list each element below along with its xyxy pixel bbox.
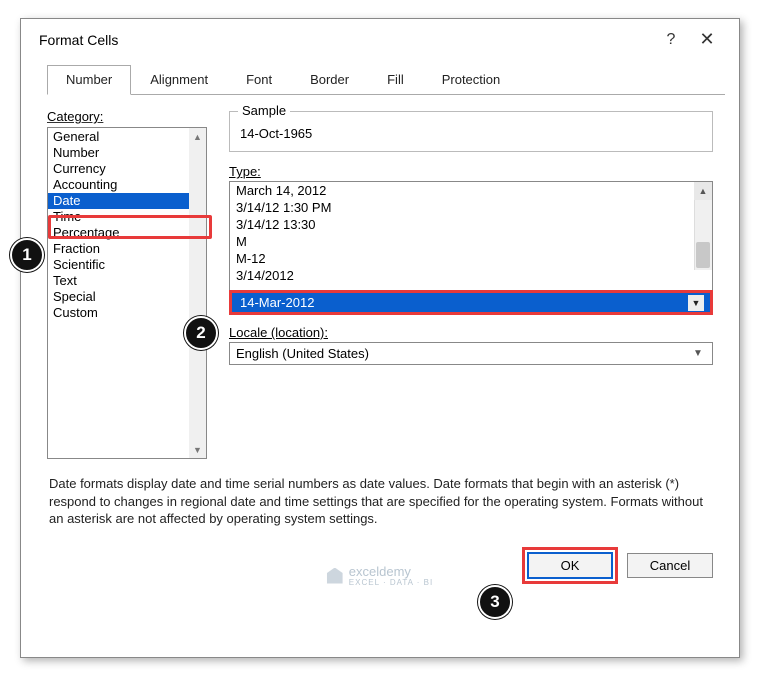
type-item[interactable]: M-12 [230,250,712,267]
category-item-date[interactable]: Date [48,193,206,209]
format-cells-dialog: Format Cells ? ✕ Number Alignment Font B… [20,18,740,658]
category-column: Category: General Number Currency Accoun… [47,109,209,459]
type-item[interactable]: M [230,233,712,250]
category-item-scientific[interactable]: Scientific [48,257,206,273]
help-icon[interactable]: ? [653,31,689,49]
type-listbox[interactable]: March 14, 2012 3/14/12 1:30 PM 3/14/12 1… [229,181,713,291]
category-item-custom[interactable]: Custom [48,305,206,321]
scroll-up-icon[interactable]: ▲ [189,128,206,145]
help-text: Date formats display date and time seria… [21,469,739,542]
category-label: Category: [47,109,209,124]
category-item-fraction[interactable]: Fraction [48,241,206,257]
dialog-title: Format Cells [39,32,653,48]
scroll-up-icon[interactable]: ▲ [694,182,712,200]
details-column: Sample 14-Oct-1965 Type: March 14, 2012 … [229,109,713,459]
type-selected-text: 14-Mar-2012 [240,295,314,310]
type-item[interactable]: 3/14/2012 [230,267,712,284]
type-item-selected[interactable]: 14-Mar-2012 ▼ [229,290,713,315]
type-label: Type: [229,164,713,179]
type-item[interactable]: 3/14/12 13:30 [230,216,712,233]
locale-value: English (United States) [236,346,369,361]
sample-box: Sample 14-Oct-1965 [229,111,713,152]
sample-value: 14-Oct-1965 [240,126,312,141]
type-item[interactable]: March 14, 2012 [230,182,712,199]
category-item-percentage[interactable]: Percentage [48,225,206,241]
tab-fill[interactable]: Fill [368,65,423,95]
scroll-down-icon[interactable]: ▼ [189,441,206,458]
scroll-thumb[interactable] [696,242,710,268]
chevron-down-icon[interactable]: ▼ [690,348,706,359]
ok-button[interactable]: OK [527,552,613,579]
tab-number[interactable]: Number [47,65,131,95]
locale-label: Locale (location): [229,325,713,340]
tab-strip: Number Alignment Font Border Fill Protec… [47,64,725,95]
tab-alignment[interactable]: Alignment [131,65,227,95]
category-item-text[interactable]: Text [48,273,206,289]
category-listbox[interactable]: General Number Currency Accounting Date … [47,127,207,459]
close-icon[interactable]: ✕ [689,29,725,50]
tab-protection[interactable]: Protection [423,65,520,95]
category-item-time[interactable]: Time [48,209,206,225]
callout-2: 2 [184,316,218,350]
category-scrollbar[interactable]: ▲ ▼ [189,128,206,458]
content-area: Category: General Number Currency Accoun… [21,95,739,469]
cancel-button[interactable]: Cancel [627,553,713,578]
tab-font[interactable]: Font [227,65,291,95]
locale-dropdown[interactable]: English (United States) ▼ [229,342,713,365]
callout-3: 3 [478,585,512,619]
category-item-general[interactable]: General [48,129,206,145]
category-item-special[interactable]: Special [48,289,206,305]
category-item-number[interactable]: Number [48,145,206,161]
tab-border[interactable]: Border [291,65,368,95]
chevron-down-icon[interactable]: ▼ [688,295,704,311]
category-item-currency[interactable]: Currency [48,161,206,177]
type-item[interactable]: 3/14/12 1:30 PM [230,199,712,216]
button-row: OK Cancel [21,542,739,595]
callout-1: 1 [10,238,44,272]
category-item-accounting[interactable]: Accounting [48,177,206,193]
sample-legend: Sample [238,103,290,118]
titlebar: Format Cells ? ✕ [21,19,739,58]
